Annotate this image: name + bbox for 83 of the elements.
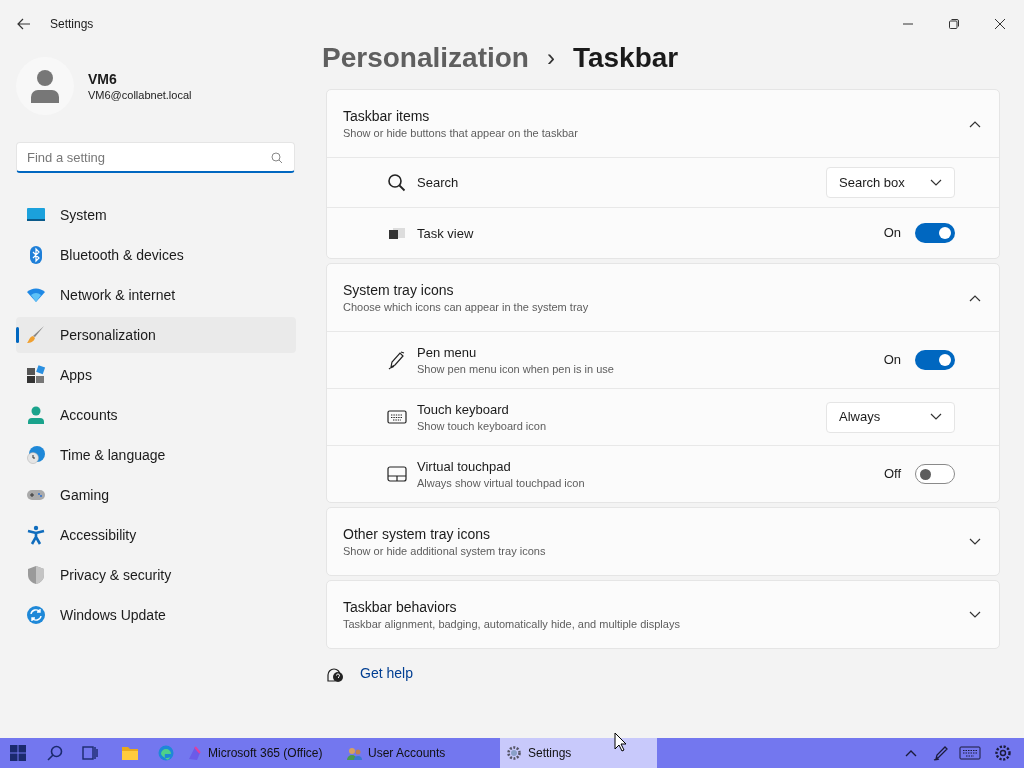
mouse-cursor-icon (614, 732, 627, 752)
setting-label: Pen menu (417, 343, 478, 361)
group-header[interactable]: System tray icons Choose which icons can appear in the system tray (327, 264, 999, 331)
setting-description: Show touch keyboard icon (417, 418, 548, 434)
group-title: System tray icons (343, 280, 455, 299)
taskbar-app-button[interactable]: Microsoft 365 (Office) (180, 738, 337, 768)
toggle-state-text: On (883, 351, 901, 370)
folder-icon[interactable] (121, 745, 139, 761)
nav-item[interactable]: Privacy & security (16, 557, 296, 593)
get-help-link[interactable]: Get help (326, 663, 413, 684)
chevron-down-icon (930, 413, 942, 421)
breadcrumb-separator: › (546, 43, 555, 73)
chevron-down-icon (969, 610, 981, 619)
dropdown[interactable]: Always (826, 401, 955, 433)
chevron-up-icon (969, 293, 981, 302)
setting-label: Task view (417, 224, 475, 242)
group-title: Taskbar items (343, 106, 431, 125)
shield-icon (26, 565, 46, 585)
search-icon[interactable] (47, 745, 63, 761)
nav-item[interactable]: Network & internet (16, 277, 296, 313)
pen-icon (387, 350, 407, 370)
apps-icon (26, 365, 46, 385)
search-icon (271, 152, 283, 164)
person-icon (26, 405, 46, 425)
page-title: Taskbar (572, 41, 679, 75)
chevron-up-icon[interactable] (905, 749, 917, 757)
group-header[interactable]: Taskbar behaviors Taskbar alignment, badging, automatically hide, and multiple displays (327, 581, 999, 648)
setting-description: Always show virtual touchpad icon (417, 475, 586, 491)
close-icon[interactable] (994, 18, 1006, 30)
setting-description: Show pen menu icon when pen is in use (417, 361, 615, 377)
chevron-down-icon (930, 178, 942, 187)
gear-icon (506, 745, 522, 761)
accessibility-icon (26, 525, 46, 545)
search-icon (387, 172, 407, 193)
task-view-icon[interactable] (82, 745, 98, 761)
toggle-switch[interactable] (915, 464, 955, 484)
start-icon[interactable] (10, 745, 26, 761)
toggle-switch[interactable] (915, 223, 955, 243)
nav-item[interactable]: Apps (16, 357, 296, 393)
keyboard-icon[interactable] (959, 746, 981, 760)
toggle-state-text: On (883, 224, 901, 243)
setting-label: Virtual touchpad (417, 457, 512, 475)
nav-item[interactable]: Time & language (16, 437, 296, 473)
taskbar-app-button[interactable]: Settings (500, 738, 657, 768)
toggle-switch[interactable] (915, 350, 955, 370)
nav-item[interactable]: Bluetooth & devices (16, 237, 296, 273)
touchpad-icon (387, 464, 407, 484)
group-subtitle: Taskbar alignment, badging, automatically hide, and multiple displays (343, 616, 681, 632)
refresh-icon (26, 605, 46, 625)
nav-item[interactable]: Personalization (16, 317, 296, 353)
pen-icon[interactable] (933, 745, 949, 761)
window-title: Settings (50, 16, 94, 33)
group-header[interactable]: Other system tray icons Show or hide additional system tray icons (327, 508, 999, 575)
nav-item[interactable]: System (16, 197, 296, 233)
nav-item[interactable]: Gaming (16, 477, 296, 513)
toggle-state-text: Off (883, 465, 901, 484)
setting-label: Touch keyboard (417, 400, 510, 418)
back-arrow-icon[interactable] (17, 17, 31, 31)
group-subtitle: Show or hide additional system tray icons (343, 543, 547, 559)
dropdown[interactable]: Search box (826, 167, 955, 198)
globe-clock-icon (26, 445, 46, 465)
chevron-up-icon (969, 119, 981, 128)
user-email: VM6@collabnet.local (88, 87, 192, 103)
nav-item[interactable]: Windows Update (16, 597, 296, 633)
keyboard-icon (387, 407, 407, 427)
group-title: Taskbar behaviors (343, 597, 458, 616)
group-header[interactable]: Taskbar items Show or hide buttons that appear on the taskbar (327, 90, 999, 157)
nav-item[interactable]: Accessibility (16, 517, 296, 553)
maximize-icon[interactable] (948, 18, 960, 30)
nav-item[interactable]: Accounts (16, 397, 296, 433)
paintbrush-icon (26, 325, 46, 345)
person-icon (30, 69, 60, 103)
group-subtitle: Choose which icons can appear in the system tray (343, 299, 590, 315)
setting-label: Search (417, 174, 460, 191)
breadcrumb-parent[interactable]: Personalization (322, 37, 529, 79)
search-field[interactable]: Find a setting (16, 142, 295, 173)
group-subtitle: Show or hide buttons that appear on the taskbar (343, 125, 579, 141)
group-title: Other system tray icons (343, 524, 492, 543)
user-name: VM6 (88, 69, 118, 88)
users-icon (346, 745, 362, 761)
gear-icon[interactable] (994, 744, 1012, 762)
chevron-down-icon (969, 537, 981, 546)
taskbar-app-button[interactable]: User Accounts (340, 738, 497, 768)
